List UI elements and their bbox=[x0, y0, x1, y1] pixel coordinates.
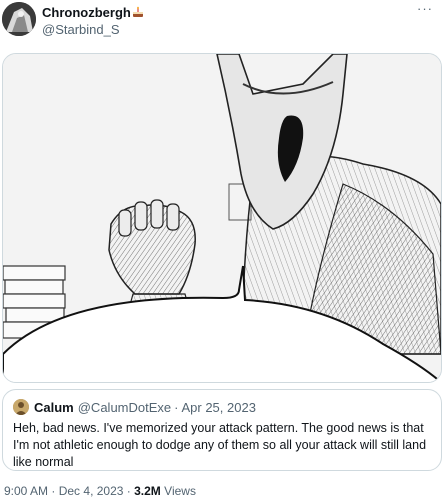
display-name-text: Chronozbergh bbox=[42, 5, 131, 20]
tweet-header: Chronozbergh @Starbind_S ··· bbox=[0, 0, 444, 44]
quoted-tweet-text: Heh, bad news. I've memorized your attac… bbox=[13, 421, 427, 469]
tweet-date[interactable]: Dec 4, 2023 bbox=[59, 484, 124, 498]
views-count: 3.2M bbox=[134, 484, 161, 498]
quoted-author-name[interactable]: Calum bbox=[34, 400, 74, 415]
quoted-separator: · bbox=[174, 399, 179, 415]
tweet-time[interactable]: 9:00 AM bbox=[4, 484, 48, 498]
sketch-illustration bbox=[3, 54, 441, 382]
meta-separator-2: · bbox=[126, 484, 131, 498]
tweet-image[interactable] bbox=[2, 53, 442, 383]
cake-emoji-icon bbox=[132, 6, 144, 18]
meta-separator: · bbox=[51, 484, 56, 498]
quoted-tweet[interactable]: Calum @CalumDotExe · Apr 25, 2023 Heh, b… bbox=[2, 389, 442, 471]
quoted-date[interactable]: Apr 25, 2023 bbox=[181, 400, 255, 415]
quoted-tweet-header: Calum @CalumDotExe · Apr 25, 2023 bbox=[13, 398, 431, 416]
display-name[interactable]: Chronozbergh bbox=[42, 5, 144, 20]
avatar[interactable] bbox=[2, 2, 36, 36]
quoted-avatar[interactable] bbox=[13, 399, 29, 415]
author-handle[interactable]: @Starbind_S bbox=[42, 22, 120, 37]
more-options-button[interactable]: ··· bbox=[412, 2, 438, 20]
views-label: Views bbox=[164, 484, 196, 498]
quoted-author-handle[interactable]: @CalumDotExe bbox=[78, 400, 171, 415]
tweet-meta: 9:00 AM · Dec 4, 2023 · 3.2M Views bbox=[4, 484, 196, 498]
